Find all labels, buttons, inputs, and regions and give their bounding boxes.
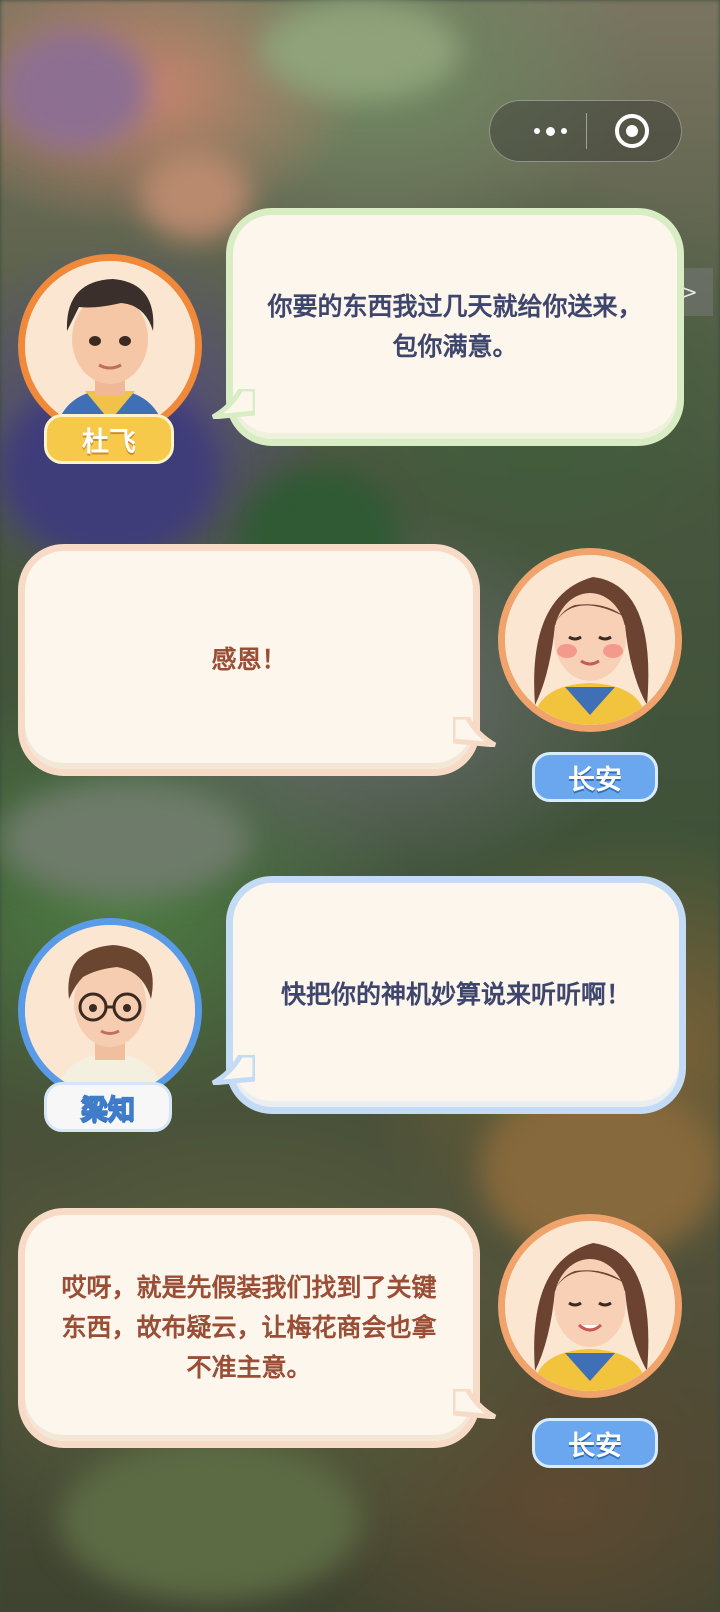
target-close-icon[interactable] (615, 114, 649, 148)
bubble-tail (453, 717, 497, 747)
avatar-dufei (18, 254, 202, 438)
speaker-nameplate: 杜飞 (44, 414, 174, 464)
dialogue-text: 你要的东西我过几天就给你送来，包你满意。 (267, 292, 643, 361)
dialogue-bubble[interactable]: 哎呀，就是先假装我们找到了关键东西，故布疑云，让梅花商会也拿不准主意。 (18, 1208, 497, 1448)
speaker-nameplate: 长安 (532, 1418, 658, 1468)
avatar-liangzhi (18, 918, 202, 1102)
girl-portrait-icon (505, 1221, 675, 1391)
bubble-tail (211, 389, 255, 419)
bg-blob (260, 0, 460, 100)
mini-program-capsule (489, 100, 682, 162)
boy-portrait-icon (25, 261, 195, 431)
dialogue-text: 感恩！ (211, 645, 287, 674)
avatar-changan (498, 548, 682, 732)
speaker-nameplate: 梁知 (44, 1082, 172, 1132)
speaker-name: 梁知 (80, 1094, 136, 1127)
bubble-tail (211, 1055, 255, 1085)
dialogue-bubble[interactable]: 感恩！ (18, 544, 497, 776)
dialogue-bubble[interactable]: 你要的东西我过几天就给你送来，包你满意。 (211, 208, 684, 446)
bg-blob (60, 1440, 360, 1600)
avatar-changan (498, 1214, 682, 1398)
girl-portrait-icon (505, 555, 675, 725)
dialogue-text: 哎呀，就是先假装我们找到了关键东西，故布疑云，让梅花商会也拿不准主意。 (61, 1273, 437, 1382)
bg-blob (0, 30, 150, 150)
speaker-nameplate: 长安 (532, 752, 658, 802)
capsule-divider (586, 113, 587, 149)
dialogue-bubble[interactable]: 快把你的神机妙算说来听听啊！ (211, 876, 686, 1114)
bg-blob (0, 780, 250, 900)
more-dots-icon[interactable] (510, 101, 590, 161)
glasses-boy-portrait-icon (25, 925, 195, 1095)
bubble-tail (453, 1389, 497, 1419)
dialogue-text: 快把你的神机妙算说来听听啊！ (280, 980, 631, 1009)
